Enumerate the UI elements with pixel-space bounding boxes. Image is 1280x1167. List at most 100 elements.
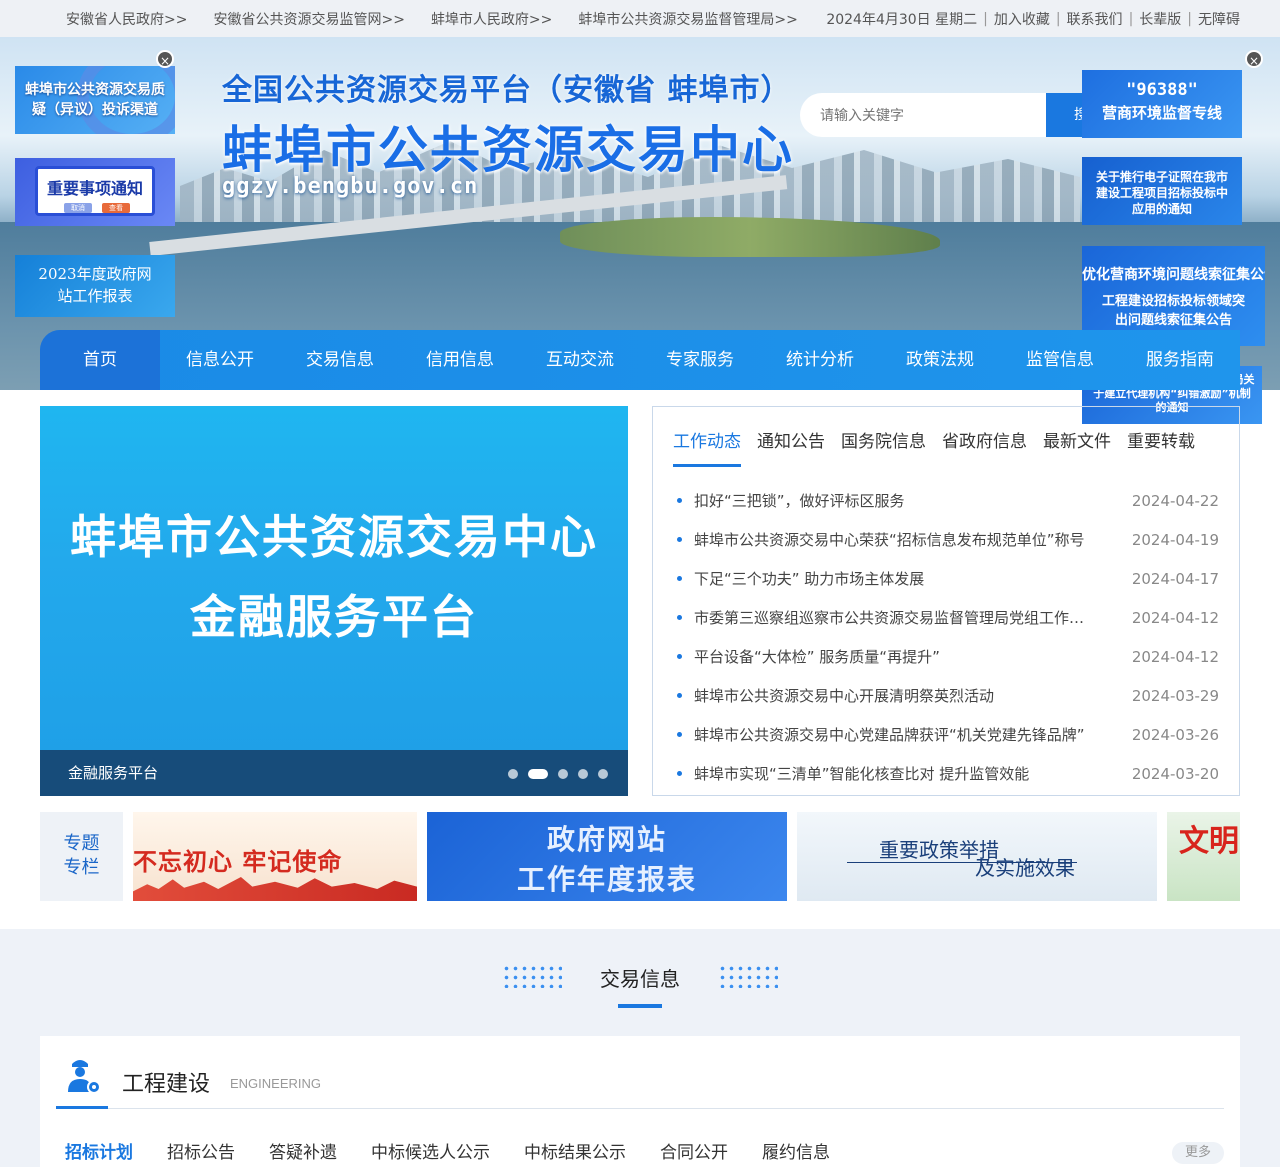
- tab-work-news[interactable]: 工作动态: [673, 427, 741, 467]
- news-title[interactable]: 蚌埠市实现“三清单”智能化核查比对 提升监管效能: [694, 763, 1132, 784]
- tab-bid-plan[interactable]: 招标计划: [65, 1138, 133, 1163]
- news-date: 2024-03-26: [1131, 725, 1219, 744]
- e-license-notice-label: 关于推行电子证照在我市建设工程项目招标投标中应用的通知: [1096, 170, 1229, 216]
- bullet-icon: [677, 537, 682, 542]
- top-link-anhui-trade[interactable]: 安徽省公共资源交易监管网>>: [213, 9, 404, 29]
- nav-supervision[interactable]: 监管信息: [1000, 330, 1120, 390]
- bullet-icon: [677, 576, 682, 581]
- notice-cancel-badge: 取消: [64, 203, 92, 213]
- banner-report-line2: 工作年度报表: [516, 863, 697, 896]
- news-date: 2024-04-17: [1131, 569, 1219, 588]
- top-link-bengbu-bureau[interactable]: 蚌埠市公共资源交易监督管理局>>: [578, 9, 797, 29]
- news-date: 2024-04-22: [1131, 491, 1219, 510]
- engineering-tabs: 招标计划 招标公告 答疑补遗 中标候选人公示 中标结果公示 合同公开 履约信息: [65, 1138, 830, 1163]
- more-button[interactable]: 更多: [1172, 1142, 1224, 1164]
- news-item[interactable]: 蚌埠市实现“三清单”智能化核查比对 提升监管效能 2024-03-20: [677, 754, 1219, 793]
- complaint-channel-float[interactable]: 蚌埠市公共资源交易质疑（异议）投诉渠道: [15, 66, 175, 134]
- nav-credit-info[interactable]: 信用信息: [400, 330, 520, 390]
- bullet-icon: [677, 654, 682, 659]
- tab-notices[interactable]: 通知公告: [757, 427, 825, 467]
- bullet-icon: [677, 615, 682, 620]
- tab-performance[interactable]: 履约信息: [762, 1138, 830, 1163]
- dot-grid-decoration-icon: [718, 964, 778, 988]
- elder-mode-link[interactable]: 长辈版: [1139, 9, 1181, 29]
- hotline-label: 营商环境监督专线: [1101, 104, 1222, 122]
- news-title[interactable]: 市委第三巡察组巡察市公共资源交易监督管理局党组工作动员会召开: [694, 607, 1132, 628]
- add-favorite-link[interactable]: 加入收藏: [994, 9, 1050, 29]
- platform-title: 全国公共资源交易平台（安徽省 蚌埠市）: [222, 73, 792, 108]
- banner-civilization-text: 文明: [1179, 824, 1239, 859]
- accessibility-link[interactable]: 无障碍: [1198, 9, 1240, 29]
- top-link-bengbu-gov[interactable]: 蚌埠市人民政府>>: [431, 9, 552, 29]
- notice-dialog-icon: 重要事项通知 取消 查看: [35, 166, 155, 216]
- nav-trade-info[interactable]: 交易信息: [280, 330, 400, 390]
- news-title[interactable]: 下足“三个功夫” 助力市场主体发展: [694, 568, 1132, 589]
- nav-service-guide[interactable]: 服务指南: [1120, 330, 1240, 390]
- tab-clarification[interactable]: 答疑补遗: [269, 1138, 337, 1163]
- site-title: 蚌埠市公共资源交易中心: [222, 121, 794, 179]
- bullet-icon: [677, 693, 682, 698]
- special-topics-label: 专题专栏: [40, 812, 123, 901]
- top-links: 安徽省人民政府>> 安徽省公共资源交易监管网>> 蚌埠市人民政府>> 蚌埠市公共…: [66, 0, 798, 37]
- top-link-anhui-gov[interactable]: 安徽省人民政府>>: [66, 9, 187, 29]
- news-item[interactable]: 平台设备“大体检” 服务质量“再提升” 2024-04-12: [677, 637, 1219, 676]
- news-date: 2024-04-12: [1131, 647, 1219, 666]
- tab-bid-notice[interactable]: 招标公告: [167, 1138, 235, 1163]
- top-right: 2024年4月30日 星期二 | 加入收藏 | 联系我们 | 长辈版 | 无障碍: [826, 0, 1240, 37]
- e-license-notice-float[interactable]: 关于推行电子证照在我市建设工程项目招标投标中应用的通知: [1082, 157, 1242, 225]
- news-panel: 工作动态 通知公告 国务院信息 省政府信息 最新文件 重要转载 扣好“三把锁”，…: [652, 406, 1240, 796]
- nav-expert-service[interactable]: 专家服务: [640, 330, 760, 390]
- banner-annual-report[interactable]: 政府网站 工作年度报表: [427, 812, 787, 901]
- hotline-float[interactable]: "96388" 营商环境监督专线: [1082, 70, 1242, 138]
- news-title[interactable]: 蚌埠市公共资源交易中心荣获“招标信息发布规范单位”称号: [694, 529, 1132, 550]
- contact-link[interactable]: 联系我们: [1067, 9, 1123, 29]
- news-date: 2024-04-19: [1131, 530, 1219, 549]
- banner-original-mission[interactable]: 不忘初心 牢记使命: [133, 812, 417, 901]
- banner-policy-effect[interactable]: 重要政策举措 及实施效果: [797, 812, 1157, 901]
- important-notice-float[interactable]: 重要事项通知 取消 查看: [15, 158, 175, 226]
- news-item[interactable]: 市委第三巡察组巡察市公共资源交易监督管理局党组工作动员会召开 2024-04-12: [677, 598, 1219, 637]
- slider-dot[interactable]: [508, 769, 518, 779]
- news-item[interactable]: 蚌埠市公共资源交易中心开展清明祭英烈活动 2024-03-29: [677, 676, 1219, 715]
- news-date: 2024-03-29: [1131, 686, 1219, 705]
- news-title[interactable]: 平台设备“大体检” 服务质量“再提升”: [694, 646, 1132, 667]
- divider: [56, 1108, 1224, 1109]
- bullet-icon: [677, 732, 682, 737]
- close-icon[interactable]: ×: [1245, 50, 1263, 68]
- separator: |: [983, 10, 988, 27]
- nav-info-disclosure[interactable]: 信息公开: [160, 330, 280, 390]
- slider-dot[interactable]: [558, 769, 568, 779]
- complaint-channel-label: 蚌埠市公共资源交易质疑（异议）投诉渠道: [25, 82, 165, 118]
- close-icon[interactable]: ×: [156, 50, 174, 68]
- slider-dot[interactable]: [578, 769, 588, 779]
- nav-statistics[interactable]: 统计分析: [760, 330, 880, 390]
- slider-dot[interactable]: [598, 769, 608, 779]
- nav-policy[interactable]: 政策法规: [880, 330, 1000, 390]
- tab-provincial[interactable]: 省政府信息: [942, 427, 1027, 467]
- tab-result-notice[interactable]: 中标结果公示: [524, 1138, 626, 1163]
- news-item[interactable]: 蚌埠市公共资源交易中心党建品牌获评“机关党建先锋品牌” 2024-03-26: [677, 715, 1219, 754]
- annual-report-float[interactable]: 2023年度政府网站工作报表: [15, 255, 175, 317]
- tab-reprints[interactable]: 重要转载: [1127, 427, 1195, 467]
- news-item[interactable]: 蚌埠市公共资源交易中心荣获“招标信息发布规范单位”称号 2024-04-19: [677, 520, 1219, 559]
- tab-latest-files[interactable]: 最新文件: [1043, 427, 1111, 467]
- site-url: ggzy.bengbu.gov.cn: [222, 174, 479, 199]
- image-slider[interactable]: 蚌埠市公共资源交易中心 金融服务平台 金融服务平台: [40, 406, 628, 796]
- nav-interaction[interactable]: 互动交流: [520, 330, 640, 390]
- slider-dot-active[interactable]: [528, 769, 548, 779]
- news-item[interactable]: 扣好“三把锁”，做好评标区服务 2024-04-22: [677, 481, 1219, 520]
- separator: |: [1128, 10, 1134, 27]
- news-title[interactable]: 蚌埠市公共资源交易中心党建品牌获评“机关党建先锋品牌”: [694, 724, 1132, 745]
- news-tabs: 工作动态 通知公告 国务院信息 省政府信息 最新文件 重要转载: [673, 427, 1195, 467]
- news-title[interactable]: 扣好“三把锁”，做好评标区服务: [694, 490, 1132, 511]
- banner-report-line1: 政府网站: [546, 823, 667, 856]
- bullet-icon: [677, 771, 682, 776]
- banner-civilization[interactable]: 文明: [1167, 812, 1240, 901]
- tab-contract[interactable]: 合同公开: [660, 1138, 728, 1163]
- nav-home[interactable]: 首页: [40, 330, 160, 390]
- news-title[interactable]: 蚌埠市公共资源交易中心开展清明祭英烈活动: [694, 685, 1132, 706]
- hotline-number: "96388": [1126, 80, 1198, 100]
- tab-candidate-notice[interactable]: 中标候选人公示: [371, 1138, 490, 1163]
- tab-state-council[interactable]: 国务院信息: [841, 427, 926, 467]
- news-item[interactable]: 下足“三个功夫” 助力市场主体发展 2024-04-17: [677, 559, 1219, 598]
